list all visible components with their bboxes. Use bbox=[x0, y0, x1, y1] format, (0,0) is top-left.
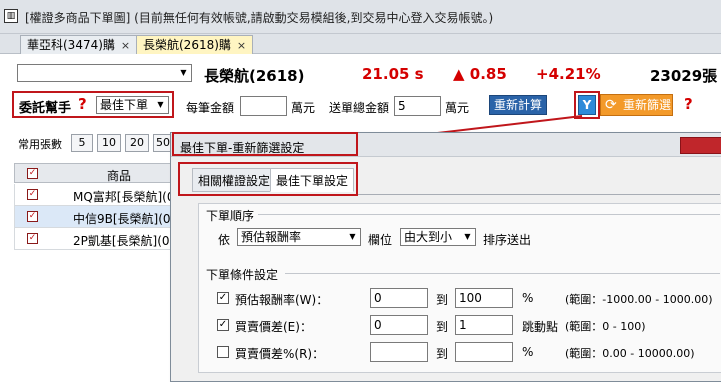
per-amount-unit: 萬元 bbox=[291, 101, 316, 115]
row-product-name: 中信9B[長榮航](0 bbox=[73, 212, 171, 226]
table-row[interactable]: ✓ MQ富邦[長榮航](0 bbox=[14, 184, 174, 206]
spread-pct-to-input[interactable] bbox=[455, 342, 513, 362]
price-change-percent: +4.21% bbox=[536, 65, 601, 83]
condition-unit-spread-pct: % bbox=[522, 345, 534, 359]
column-product: 商品 bbox=[107, 169, 132, 183]
tab-hua-ya-ke[interactable]: 華亞科(3474)購 × bbox=[20, 35, 138, 54]
header-checkbox[interactable]: ✓ bbox=[27, 168, 38, 179]
table-row[interactable]: ✓ 中信9B[長榮航](0 bbox=[14, 206, 174, 228]
qty-button-10[interactable]: 10 bbox=[97, 134, 121, 152]
condition-range-spread-pct: (範圍：0.00 - 10000.00) bbox=[565, 347, 695, 360]
sort-order-value: 由大到小 bbox=[404, 230, 453, 244]
grid-header: ✓ 商品 bbox=[14, 163, 174, 183]
by-label: 依 bbox=[218, 233, 231, 247]
close-icon[interactable]: × bbox=[237, 39, 246, 52]
condition-range-spread: (範圍：0 - 100) bbox=[565, 320, 646, 333]
qty-button-20[interactable]: 20 bbox=[125, 134, 149, 152]
chevron-down-icon: ▼ bbox=[157, 100, 164, 109]
volume: 23029張 bbox=[650, 67, 718, 85]
spread-pct-from-input[interactable] bbox=[370, 342, 428, 362]
to-label: 到 bbox=[436, 347, 449, 361]
condition-label-spread-pct: 買賣價差%(R)： bbox=[235, 347, 325, 361]
group-divider bbox=[285, 273, 720, 274]
refilter-button[interactable]: ⟳ 重新篩選 bbox=[600, 94, 673, 116]
condition-checkbox-spread-pct[interactable] bbox=[217, 346, 229, 358]
return-to-input[interactable]: 100 bbox=[455, 288, 513, 308]
order-sequence-group-label: 下單順序 bbox=[206, 209, 255, 223]
row-product-name: 2P凱基[長榮航](0 bbox=[73, 234, 170, 248]
refilter-label: 重新篩選 bbox=[623, 98, 672, 112]
condition-unit-spread: 跳動點 bbox=[522, 320, 559, 334]
per-amount-input[interactable] bbox=[240, 96, 287, 116]
column-label: 欄位 bbox=[368, 233, 393, 247]
row-checkbox[interactable]: ✓ bbox=[27, 189, 38, 200]
agent-select[interactable]: 最佳下單 ▼ bbox=[96, 96, 169, 114]
refresh-icon: ⟳ bbox=[605, 97, 617, 113]
symbol-select[interactable]: ▼ bbox=[17, 64, 192, 82]
price-change: ▲ 0.85 bbox=[453, 65, 507, 83]
return-from-input[interactable]: 0 bbox=[370, 288, 428, 308]
agent-select-value: 最佳下單 bbox=[100, 98, 149, 112]
quantity-label: 常用張數 bbox=[18, 138, 62, 151]
table-row[interactable]: ✓ 2P凱基[長榮航](0 bbox=[14, 228, 174, 250]
qty-button-5[interactable]: 5 bbox=[71, 134, 93, 152]
row-product-name: MQ富邦[長榮航](0 bbox=[73, 190, 175, 204]
dialog-close-button[interactable] bbox=[680, 137, 721, 154]
condition-range-return: (範圍：-1000.00 - 1000.00) bbox=[565, 293, 713, 306]
last-price: 21.05 s bbox=[362, 65, 424, 83]
condition-checkbox-return[interactable]: ✓ bbox=[217, 292, 229, 304]
app-icon: ▥ bbox=[4, 9, 18, 23]
to-label: 到 bbox=[436, 320, 449, 334]
dialog-tab-highlight bbox=[178, 162, 358, 196]
chevron-down-icon: ▼ bbox=[180, 68, 187, 77]
spread-to-input[interactable]: 1 bbox=[455, 315, 513, 335]
to-label: 到 bbox=[436, 293, 449, 307]
sort-order-select[interactable]: 由大到小 ▼ bbox=[400, 228, 476, 246]
close-icon[interactable]: × bbox=[121, 39, 130, 52]
window-title: [權證多商品下單圖] (目前無任何有效帳號,請啟動交易模組後,到交易中心登入交易… bbox=[25, 11, 494, 25]
stock-name: 長榮航(2618) bbox=[204, 67, 305, 85]
condition-checkbox-spread[interactable]: ✓ bbox=[217, 319, 229, 331]
chevron-down-icon: ▼ bbox=[349, 232, 356, 241]
tab-label: 華亞科(3474)購 bbox=[27, 38, 115, 52]
help-icon[interactable]: ? bbox=[78, 95, 87, 113]
group-divider bbox=[258, 214, 720, 215]
condition-label-spread: 買賣價差(E)： bbox=[235, 320, 312, 334]
condition-unit-return: % bbox=[522, 291, 534, 305]
agent-label: 委託幫手 bbox=[19, 101, 72, 116]
sort-field-select[interactable]: 預估報酬率 ▼ bbox=[237, 228, 361, 246]
spread-from-input[interactable]: 0 bbox=[370, 315, 428, 335]
tab-chang-rong-hang[interactable]: 長榮航(2618)購 × bbox=[136, 35, 254, 54]
refilter-help-icon[interactable]: ? bbox=[684, 95, 693, 113]
per-amount-label: 每筆金額 bbox=[186, 101, 235, 115]
sort-field-value: 預估報酬率 bbox=[241, 230, 302, 244]
dialog-title-highlight bbox=[172, 132, 358, 156]
send-label: 排序送出 bbox=[483, 233, 532, 247]
condition-label-return: 預估報酬率(W)： bbox=[235, 293, 329, 307]
tab-label: 長榮航(2618)購 bbox=[143, 38, 231, 52]
row-checkbox[interactable]: ✓ bbox=[27, 211, 38, 222]
row-checkbox[interactable]: ✓ bbox=[27, 233, 38, 244]
chevron-down-icon: ▼ bbox=[464, 232, 471, 241]
conditions-group-label: 下單條件設定 bbox=[206, 268, 279, 282]
